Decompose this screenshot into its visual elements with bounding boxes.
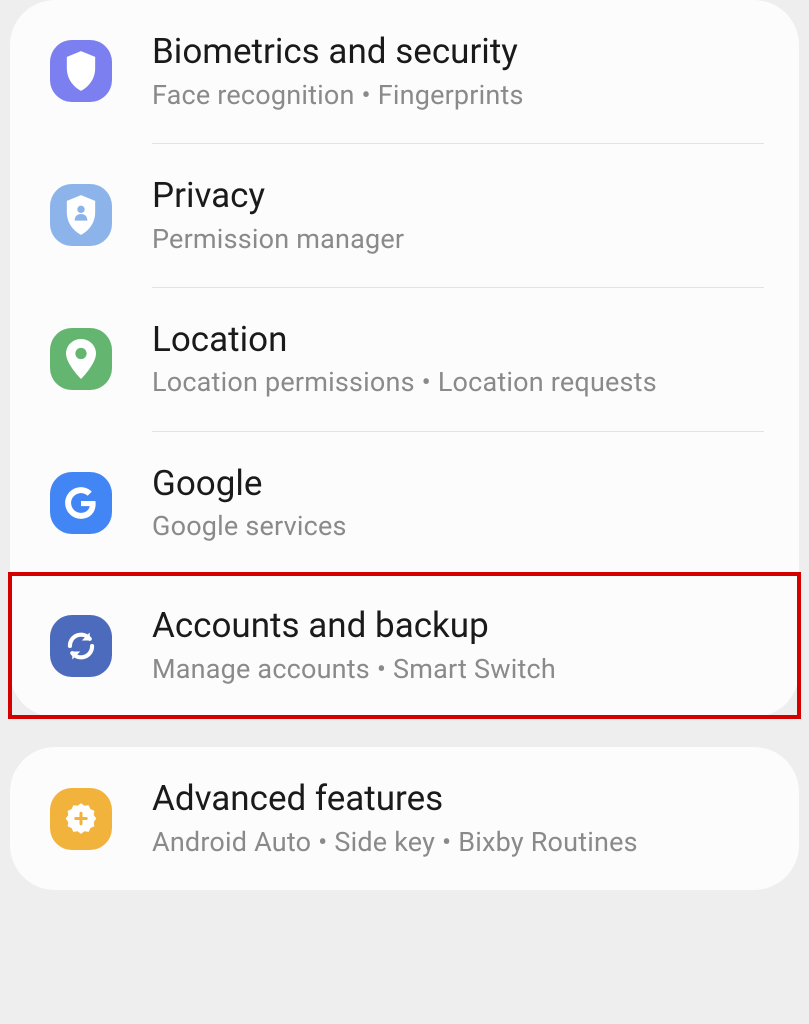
settings-item-text: Location Location permissions • Location… xyxy=(152,318,657,401)
settings-item-privacy[interactable]: Privacy Permission manager xyxy=(10,144,799,287)
settings-item-text: Biometrics and security Face recognition… xyxy=(152,30,524,113)
settings-item-subtitle: Permission manager xyxy=(152,222,404,257)
settings-group-2: Advanced features Android Auto • Side ke… xyxy=(10,747,799,890)
privacy-shield-icon xyxy=(50,184,112,246)
settings-item-advanced-features[interactable]: Advanced features Android Auto • Side ke… xyxy=(10,747,799,890)
settings-item-subtitle: Manage accounts • Smart Switch xyxy=(152,652,556,687)
settings-item-biometrics[interactable]: Biometrics and security Face recognition… xyxy=(10,0,799,143)
location-pin-icon xyxy=(50,328,112,390)
settings-item-title: Advanced features xyxy=(152,777,638,821)
sync-icon xyxy=(50,615,112,677)
settings-item-subtitle: Face recognition • Fingerprints xyxy=(152,78,524,113)
settings-item-location[interactable]: Location Location permissions • Location… xyxy=(10,288,799,431)
settings-group-1: Biometrics and security Face recognition… xyxy=(10,0,799,717)
settings-item-title: Location xyxy=(152,318,657,362)
settings-item-title: Accounts and backup xyxy=(152,604,556,648)
settings-item-text: Accounts and backup Manage accounts • Sm… xyxy=(152,604,556,687)
settings-item-title: Privacy xyxy=(152,174,404,218)
settings-item-text: Privacy Permission manager xyxy=(152,174,404,257)
settings-item-text: Google Google services xyxy=(152,462,347,545)
settings-item-accounts-backup[interactable]: Accounts and backup Manage accounts • Sm… xyxy=(10,574,799,717)
settings-item-subtitle: Android Auto • Side key • Bixby Routines xyxy=(152,825,638,860)
settings-item-title: Google xyxy=(152,462,347,506)
google-g-icon xyxy=(50,472,112,534)
settings-item-subtitle: Location permissions • Location requests xyxy=(152,365,657,400)
shield-icon xyxy=(50,40,112,102)
settings-item-title: Biometrics and security xyxy=(152,30,524,74)
settings-item-text: Advanced features Android Auto • Side ke… xyxy=(152,777,638,860)
plus-badge-icon xyxy=(50,788,112,850)
settings-item-subtitle: Google services xyxy=(152,509,347,544)
settings-item-google[interactable]: Google Google services xyxy=(10,432,799,575)
